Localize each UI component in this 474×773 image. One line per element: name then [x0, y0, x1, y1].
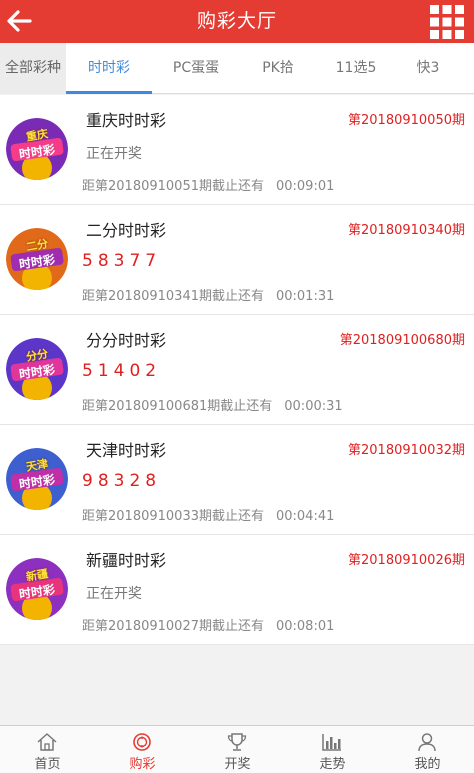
deadline-label: 距第20180910033期截止还有 — [82, 509, 264, 524]
lottery-item-fenfen[interactable]: 分分 时时彩 分分时时彩 第201809100680期 51402 距第2018… — [0, 315, 474, 425]
lottery-name: 新疆时时彩 — [86, 551, 167, 570]
deadline-label: 距第20180910051期截止还有 — [82, 179, 264, 194]
lottery-logo: 二分 时时彩 — [6, 228, 68, 290]
tab-k3[interactable]: 快3 — [396, 43, 460, 94]
winning-numbers: 58377 — [82, 251, 162, 271]
countdown: 00:09:01 — [275, 179, 335, 194]
lottery-logo: 新疆 时时彩 — [6, 558, 68, 620]
deadline-text: 距第20180910341期截止还有 00:01:31 — [82, 285, 334, 304]
lottery-logo: 重庆 时时彩 — [6, 118, 68, 180]
user-icon — [418, 733, 436, 752]
app-header: 购彩大厅 — [0, 0, 474, 43]
deadline-text: 距第201809100681期截止还有 00:00:31 — [82, 395, 343, 414]
nav-label: 我的 — [414, 757, 441, 772]
lottery-name: 天津时时彩 — [86, 441, 167, 460]
lottery-item-erfen[interactable]: 二分 时时彩 二分时时彩 第20180910340期 58377 距第20180… — [0, 205, 474, 315]
nav-label: 走势 — [319, 757, 346, 772]
deadline-text: 距第20180910033期截止还有 00:04:41 — [82, 505, 334, 524]
tab-11x5[interactable]: 11选5 — [316, 43, 396, 94]
home-icon — [37, 733, 57, 751]
lottery-logo: 天津 时时彩 — [6, 448, 68, 510]
lottery-issue: 第201809100680期 — [339, 333, 465, 348]
lottery-list: 重庆 时时彩 重庆时时彩 第20180910050期 正在开奖 距第201809… — [0, 95, 474, 645]
lottery-icon — [133, 733, 151, 751]
lottery-item-xinjiang[interactable]: 新疆 时时彩 新疆时时彩 第20180910026期 正在开奖 距第201809… — [0, 535, 474, 645]
countdown: 00:00:31 — [284, 399, 343, 414]
nav-mine[interactable]: 我的 — [380, 726, 474, 773]
winning-numbers: 51402 — [82, 361, 162, 381]
nav-trend[interactable]: 走势 — [285, 726, 380, 773]
tab-pk10[interactable]: PK拾 — [240, 43, 316, 94]
deadline-label: 距第201809100681期截止还有 — [82, 399, 273, 414]
countdown: 00:01:31 — [275, 289, 335, 304]
lottery-name: 重庆时时彩 — [86, 111, 167, 130]
nav-home[interactable]: 首页 — [0, 726, 95, 773]
tab-pcdd[interactable]: PC蛋蛋 — [152, 43, 240, 94]
lottery-issue: 第20180910340期 — [348, 223, 465, 238]
nav-label: 开奖 — [224, 757, 251, 772]
lottery-item-chongqing[interactable]: 重庆 时时彩 重庆时时彩 第20180910050期 正在开奖 距第201809… — [0, 95, 474, 205]
deadline-text: 距第20180910027期截止还有 00:08:01 — [82, 615, 334, 634]
draw-status: 正在开奖 — [86, 586, 142, 602]
lottery-item-tianjin[interactable]: 天津 时时彩 天津时时彩 第20180910032期 98328 距第20180… — [0, 425, 474, 535]
deadline-text: 距第20180910051期截止还有 00:09:01 — [82, 175, 334, 194]
category-tabs: 全部彩种 时时彩 PC蛋蛋 PK拾 11选5 快3 — [0, 43, 474, 94]
deadline-label: 距第20180910341期截止还有 — [82, 289, 264, 304]
tab-all[interactable]: 全部彩种 — [0, 43, 66, 94]
nav-buy[interactable]: 购彩 — [95, 726, 190, 773]
winning-numbers: 98328 — [82, 471, 162, 491]
trophy-icon — [227, 733, 247, 751]
tab-ssc[interactable]: 时时彩 — [66, 43, 152, 94]
countdown: 00:04:41 — [275, 509, 335, 524]
countdown: 00:08:01 — [275, 619, 335, 634]
nav-label: 购彩 — [129, 757, 156, 772]
lottery-logo: 分分 时时彩 — [6, 338, 68, 400]
draw-status: 正在开奖 — [86, 146, 142, 162]
lottery-issue: 第20180910032期 — [348, 443, 465, 458]
chart-icon — [322, 734, 341, 751]
lottery-name: 分分时时彩 — [86, 331, 167, 350]
page-title: 购彩大厅 — [196, 10, 277, 32]
deadline-label: 距第20180910027期截止还有 — [82, 619, 264, 634]
nav-label: 首页 — [34, 757, 61, 772]
lottery-issue: 第20180910026期 — [348, 553, 465, 568]
lottery-issue: 第20180910050期 — [348, 113, 465, 128]
lottery-name: 二分时时彩 — [86, 221, 167, 240]
bottom-nav: 首页 购彩 开奖 走势 我的 — [0, 725, 474, 773]
grid-menu-icon[interactable] — [428, 3, 466, 41]
nav-results[interactable]: 开奖 — [190, 726, 285, 773]
